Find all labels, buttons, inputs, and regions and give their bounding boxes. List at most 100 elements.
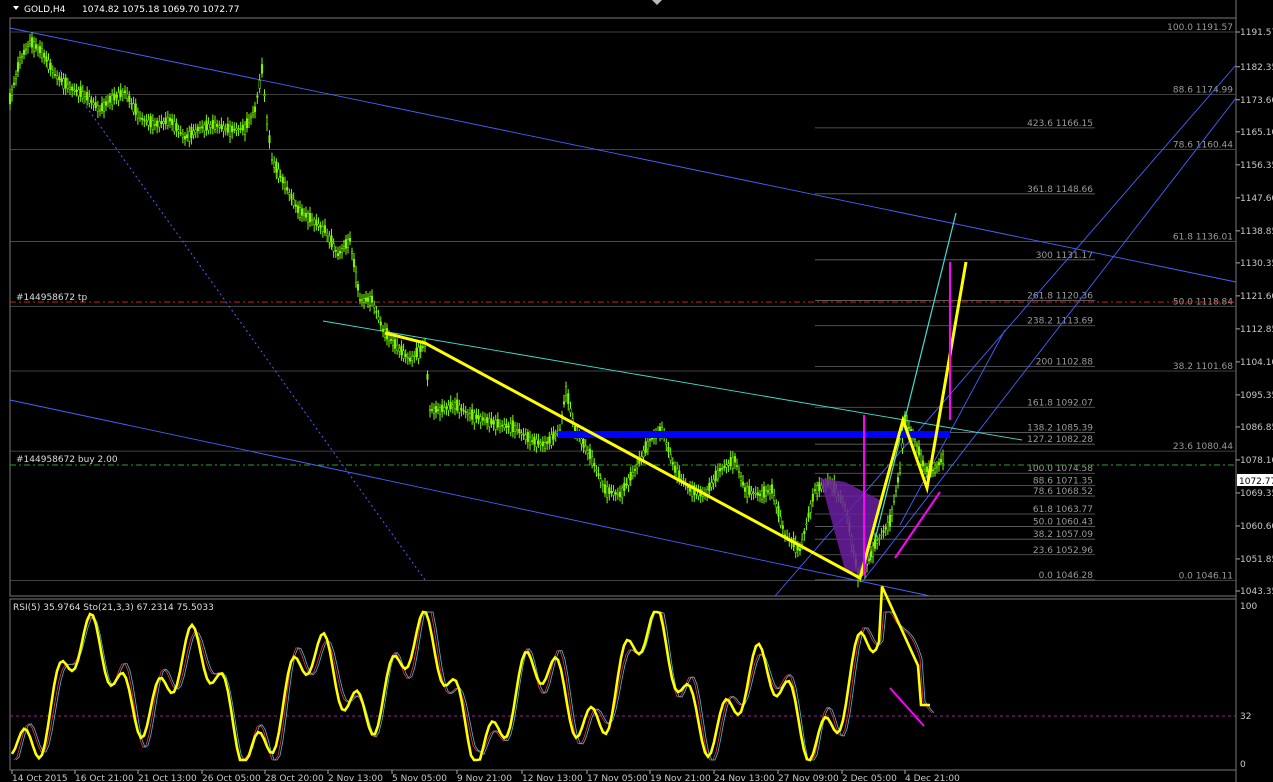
- candle-body: [750, 490, 753, 495]
- candle-body: [733, 456, 737, 463]
- time-axis-label: 12 Nov 13:00: [522, 774, 583, 782]
- candle-body: [773, 495, 776, 502]
- candle-body: [373, 304, 376, 308]
- candle-body: [51, 70, 54, 73]
- current-price-value: 1072.77: [1239, 477, 1273, 487]
- candle-body: [567, 393, 570, 405]
- candle-body: [270, 159, 274, 161]
- candle-body: [233, 128, 236, 131]
- price-axis-label: 1069.35: [1240, 489, 1273, 499]
- candle-body: [235, 128, 238, 131]
- candle-body: [226, 123, 229, 133]
- candle-body: [8, 93, 12, 105]
- candle-body: [618, 491, 622, 498]
- candle-body: [203, 124, 206, 132]
- time-axis-label: 2 Dec 05:00: [842, 774, 897, 782]
- candle-body: [228, 125, 232, 138]
- candle-body: [543, 442, 547, 450]
- candle-body: [923, 469, 927, 472]
- fib-retracement-label: 78.6 1160.44: [1173, 140, 1233, 150]
- candle-body: [873, 539, 877, 549]
- stochastic-main-line: [15, 611, 935, 761]
- candle-body: [535, 439, 538, 448]
- candle-body: [58, 76, 61, 81]
- price-chart-canvas[interactable]: GOLD,H4 1074.82 1075.18 1069.70 1072.77 …: [0, 0, 1273, 782]
- candle-body: [816, 485, 819, 495]
- candle-body: [531, 440, 534, 442]
- candle-body: [537, 440, 540, 445]
- price-axis-label: 1138.85: [1240, 227, 1273, 237]
- candle-body: [471, 409, 474, 420]
- candle-body: [400, 345, 403, 356]
- candle-body: [723, 465, 726, 468]
- candle-body: [275, 161, 278, 173]
- dotted-trend-line[interactable]: [59, 69, 426, 581]
- candle-body: [268, 135, 271, 143]
- candle-body: [781, 525, 784, 529]
- candle-body: [265, 117, 269, 125]
- candle-body: [752, 492, 755, 494]
- candle-body: [350, 250, 354, 254]
- candle-body: [104, 101, 108, 106]
- candle-body: [121, 91, 124, 95]
- candle-body: [10, 89, 14, 96]
- fib-retracement-label: 61.8 1136.01: [1173, 233, 1233, 243]
- candle-body: [175, 123, 178, 131]
- lower-channel-line[interactable]: [9, 399, 931, 597]
- candle-body: [40, 48, 44, 59]
- candle-body: [326, 233, 329, 236]
- candle-body: [141, 117, 144, 120]
- candle-body: [404, 353, 407, 357]
- buy-order-label[interactable]: #144958672 buy 2.00: [16, 455, 118, 465]
- candle-body: [501, 424, 504, 427]
- support-zone-bar[interactable]: [558, 431, 950, 438]
- time-axis-label: 5 Nov 05:00: [392, 774, 447, 782]
- candle-body: [731, 457, 734, 469]
- candle-body: [488, 418, 491, 427]
- candle-body: [313, 219, 316, 225]
- tp-order-label[interactable]: #144958672 tp: [16, 293, 87, 303]
- candle-body: [867, 559, 871, 562]
- candle-body: [328, 235, 331, 243]
- candle-body: [739, 476, 743, 481]
- candle-body: [413, 355, 416, 357]
- candle-body: [198, 127, 202, 130]
- candle-body: [334, 249, 337, 252]
- magenta-divergence-line[interactable]: [894, 491, 941, 559]
- candle-body: [173, 121, 176, 132]
- candle-body: [770, 484, 774, 494]
- candle-body: [71, 86, 74, 91]
- candle-body: [60, 78, 63, 82]
- candle-body: [356, 284, 360, 291]
- candle-body: [595, 469, 598, 472]
- fib-extension-label: 50.0 1060.43: [1033, 518, 1093, 528]
- candle-body: [83, 93, 87, 97]
- candle-body: [286, 187, 289, 191]
- candle-body: [468, 413, 472, 418]
- dropdown-triangle-icon[interactable]: [13, 6, 19, 10]
- scroll-marker-icon[interactable]: [652, 0, 662, 5]
- candle-body: [608, 487, 611, 494]
- candle-body: [249, 116, 253, 119]
- candle-body: [370, 295, 374, 303]
- candle-body: [475, 414, 478, 419]
- candle-body: [387, 335, 391, 342]
- time-axis-label: 4 Dec 21:00: [905, 774, 960, 782]
- fib-retracement-label: 23.6 1080.44: [1173, 442, 1233, 452]
- candle-body: [917, 446, 921, 456]
- price-axis-label: 1060.60: [1240, 522, 1273, 532]
- candle-body: [564, 386, 568, 396]
- price-axis-label: 1112.85: [1240, 325, 1273, 335]
- candle-body: [321, 226, 324, 233]
- candle-body: [123, 90, 127, 93]
- candle-body: [779, 516, 782, 526]
- candle-body: [18, 57, 22, 65]
- candle-body: [937, 462, 941, 466]
- candle-body: [633, 468, 637, 471]
- candle-body: [138, 117, 142, 120]
- upper-channel-line[interactable]: [9, 27, 1237, 283]
- candle-body: [716, 470, 719, 480]
- candle-body: [479, 416, 482, 423]
- candle-body: [614, 492, 617, 495]
- price-axis-label: 1191.57: [1240, 28, 1273, 38]
